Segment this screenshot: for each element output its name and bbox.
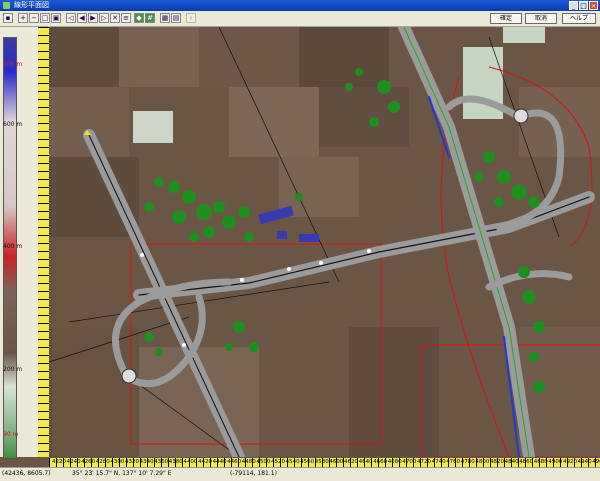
nav-next-icon[interactable]: ▶ bbox=[88, 13, 98, 23]
zoom-in-icon[interactable]: + bbox=[18, 13, 28, 23]
status-bar: (42436, 8605.7) 35° 23' 15.7" N, 137° 10… bbox=[0, 467, 600, 481]
ruler-tick-label: 4460 bbox=[227, 459, 242, 465]
ruler-tick-label: 4480 bbox=[241, 459, 256, 465]
interchange-marker-icon bbox=[121, 368, 137, 384]
title-bar: 線形平面図 _ □ × bbox=[0, 0, 600, 11]
zoom-out-icon[interactable]: − bbox=[29, 13, 39, 23]
ruler-tick-label: 4620 bbox=[344, 459, 358, 465]
zoom-fit-icon[interactable]: □ bbox=[40, 13, 50, 23]
ruler-tick-label: 4660 bbox=[373, 459, 388, 465]
ruler-tick-label: 4820 bbox=[490, 459, 504, 465]
nav-prev-icon[interactable]: ◀ bbox=[77, 13, 87, 23]
ruler-tick-label: 4700 bbox=[402, 459, 417, 465]
close-button[interactable]: × bbox=[589, 1, 598, 10]
ruler-tick-label: 4420 bbox=[198, 459, 212, 465]
ruler-tick-label: 4540 bbox=[285, 459, 300, 465]
zoom-window-icon[interactable]: ▣ bbox=[51, 13, 61, 23]
ruler-tick-label: 4560 bbox=[300, 459, 315, 465]
status-coords: (42436, 8605.7) bbox=[2, 470, 51, 477]
ruler-tick-label: 4640 bbox=[358, 459, 373, 465]
elevation-legend: 700 m 600 m 400 m 200 m 90 m bbox=[0, 27, 38, 459]
ruler-tick-label: 4400 bbox=[183, 459, 198, 465]
ruler-tick-label: 4740 bbox=[431, 459, 446, 465]
ruler-tick-label: 4600 bbox=[329, 459, 344, 465]
app-icon bbox=[3, 2, 10, 9]
ruler-tick-label: 4580 bbox=[314, 459, 329, 465]
ruler-tick-label: 4220 bbox=[52, 459, 66, 465]
nav-first-icon[interactable]: ◁ bbox=[66, 13, 76, 23]
minimize-button[interactable]: _ bbox=[569, 1, 578, 10]
ruler-tick-label: 4260 bbox=[81, 459, 96, 465]
interchange-marker-icon bbox=[513, 108, 529, 124]
maximize-button[interactable]: □ bbox=[579, 1, 588, 10]
ruler-tick-label: 4320 bbox=[125, 459, 139, 465]
elevation-label: 90 m bbox=[3, 431, 19, 438]
elevation-label: 700 m bbox=[3, 61, 23, 68]
save-icon[interactable]: ▪ bbox=[3, 13, 13, 23]
cancel-button[interactable]: 取消 bbox=[525, 13, 557, 24]
ruler-tick-label: 4780 bbox=[460, 459, 475, 465]
cross-icon[interactable]: ✕ bbox=[110, 13, 120, 23]
nav-last-icon[interactable]: ▷ bbox=[99, 13, 109, 23]
ruler-tick-label: 4360 bbox=[154, 459, 169, 465]
ruler-tick-label: 4300 bbox=[110, 459, 125, 465]
map-canvas[interactable] bbox=[49, 27, 600, 457]
window-title: 線形平面図 bbox=[14, 1, 49, 9]
ruler-tick-label: 4940 bbox=[577, 459, 592, 465]
ruler-tick-label: 4500 bbox=[256, 459, 271, 465]
ruler-tick-label: 4240 bbox=[66, 459, 81, 465]
ruler-tick-label: 4920 bbox=[563, 459, 577, 465]
elevation-label: 200 m bbox=[3, 366, 23, 373]
help-button[interactable]: ヘルプ bbox=[562, 13, 596, 24]
table-icon[interactable]: ▦ bbox=[160, 13, 170, 23]
ruler-tick-label: 4760 bbox=[446, 459, 461, 465]
ruler-tick-label: 4680 bbox=[387, 459, 402, 465]
layer-icon[interactable]: ≡ bbox=[121, 13, 131, 23]
grid-icon[interactable]: # bbox=[145, 13, 155, 23]
elevation-label: 600 m bbox=[3, 121, 23, 128]
ruler-tick-label: 4340 bbox=[139, 459, 154, 465]
ruler-tick-label: 4280 bbox=[95, 459, 110, 465]
ruler-tick-label: 4880 bbox=[533, 459, 548, 465]
ruler-tick-label: 4380 bbox=[168, 459, 183, 465]
ruler-tick-label: 4860 bbox=[519, 459, 534, 465]
status-world-coords: (-79114, 181.1) bbox=[230, 470, 277, 477]
ok-button[interactable]: 確定 bbox=[490, 13, 522, 24]
ruler-tick-label: 4720 bbox=[417, 459, 431, 465]
map-icon[interactable]: ◆ bbox=[134, 13, 144, 23]
ruler-tick-label: 4900 bbox=[548, 459, 563, 465]
elevation-label: 400 m bbox=[3, 243, 23, 250]
plan-view-map[interactable] bbox=[49, 27, 600, 457]
toolbar: ▪ + − □ ▣ ◁ ◀ ▶ ▷ ✕ ≡ ◆ # ▦ ▤ ‹ 確定 取消 ヘル… bbox=[0, 11, 600, 27]
list-icon[interactable]: ▤ bbox=[171, 13, 181, 23]
ruler-tick-label: 4520 bbox=[271, 459, 285, 465]
status-latlon: 35° 23' 15.7" N, 137° 10' 7.29" E bbox=[72, 470, 172, 477]
back-icon[interactable]: ‹ bbox=[186, 13, 196, 23]
ruler-tick-label: 4960 bbox=[592, 459, 600, 465]
ruler-tick-label: 4440 bbox=[212, 459, 227, 465]
ruler-tick-label: 4840 bbox=[504, 459, 519, 465]
ruler-tick-label: 4800 bbox=[475, 459, 490, 465]
